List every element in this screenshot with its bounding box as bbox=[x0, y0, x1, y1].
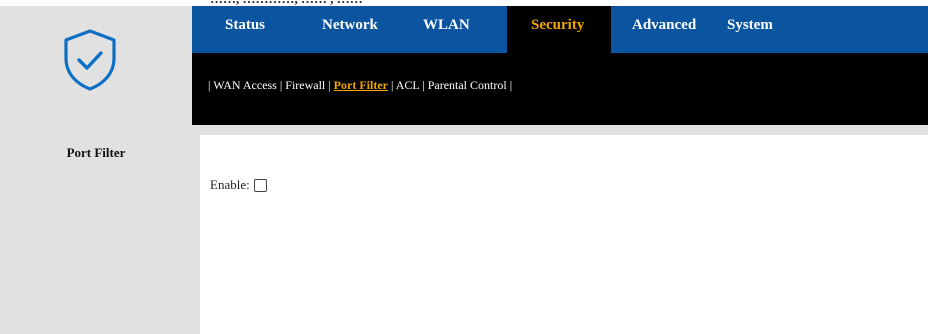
subnav-separator: | bbox=[208, 78, 211, 92]
nav-wlan-label: WLAN bbox=[423, 17, 470, 33]
nav-network-label: Network bbox=[322, 17, 378, 33]
nav-security-label: Security bbox=[531, 17, 585, 33]
main-nav: Status Network WLAN Security Advanced Sy… bbox=[192, 6, 928, 53]
subnav-firewall[interactable]: Firewall bbox=[285, 78, 325, 92]
subnav-separator: | bbox=[279, 78, 283, 92]
nav-status-label: Status bbox=[225, 17, 266, 33]
enable-row: Enable: bbox=[210, 177, 267, 193]
subnav-separator: | bbox=[328, 78, 331, 92]
nav-advanced-label: Advanced bbox=[632, 17, 697, 33]
sidebar-divider bbox=[192, 135, 200, 334]
enable-checkbox[interactable] bbox=[253, 178, 267, 192]
subnav-separator: | bbox=[509, 78, 513, 92]
subnav-acl[interactable]: ACL bbox=[396, 78, 420, 92]
nav-advanced[interactable]: Advanced bbox=[611, 6, 722, 53]
subnav-wan-access[interactable]: WAN Access bbox=[213, 78, 277, 92]
subnav-parental-control[interactable]: Parental Control bbox=[428, 78, 507, 92]
sidebar-item-port-filter[interactable]: Port Filter bbox=[0, 145, 192, 161]
subnav-separator: | bbox=[422, 78, 425, 92]
sidebar-item-label: Port Filter bbox=[66, 145, 126, 160]
subnav-separator: | bbox=[390, 78, 394, 92]
enable-label: Enable: bbox=[210, 177, 250, 192]
shield-check-icon bbox=[64, 29, 116, 91]
nav-network[interactable]: Network bbox=[308, 6, 414, 53]
header-bottom-band bbox=[0, 125, 928, 135]
nav-system-label: System bbox=[727, 17, 773, 33]
nav-system[interactable]: System bbox=[722, 6, 842, 53]
router-admin-page: ……, …………, …… , …… Status Network WLAN Se… bbox=[0, 0, 928, 334]
security-subnav: | WAN Access | Firewall | Port Filter | … bbox=[192, 53, 928, 125]
sidebar: Port Filter bbox=[0, 135, 192, 334]
logo-panel bbox=[0, 6, 192, 125]
nav-security[interactable]: Security bbox=[507, 6, 611, 53]
nav-status[interactable]: Status bbox=[192, 6, 308, 53]
nav-wlan[interactable]: WLAN bbox=[414, 6, 507, 53]
subnav-port-filter[interactable]: Port Filter bbox=[334, 78, 388, 92]
main-content: Enable: bbox=[200, 135, 928, 334]
